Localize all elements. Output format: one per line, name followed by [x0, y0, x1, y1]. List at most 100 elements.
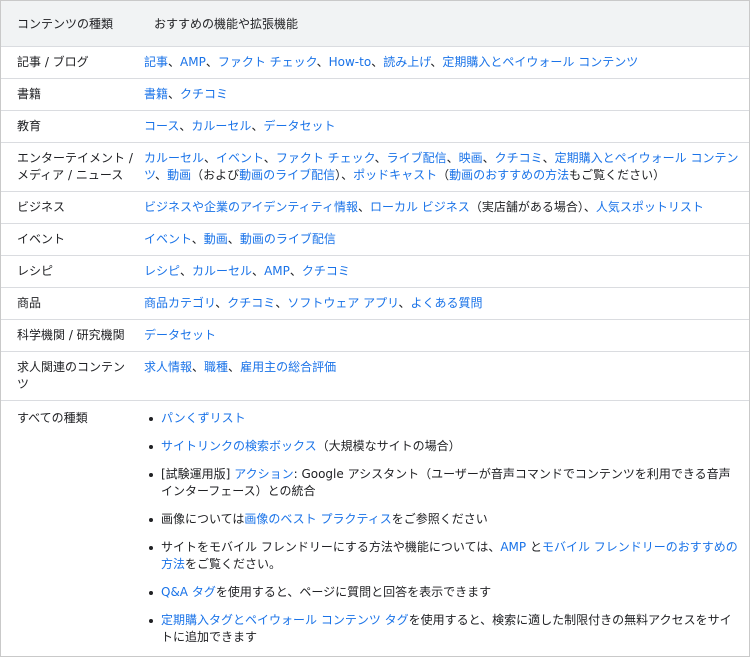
plain-text: 、	[192, 360, 205, 374]
plain-text: 、	[205, 55, 218, 69]
list-item: Q&A タグを使用すると、ページに質問と回答を表示できます	[149, 584, 739, 601]
feature-link[interactable]: クチコミ	[227, 296, 275, 310]
feature-link[interactable]: 記事	[144, 55, 168, 69]
feature-link[interactable]: 定期購入タグとペイウォール コンテンツ タグ	[161, 613, 409, 627]
feature-link[interactable]: AMP	[500, 540, 526, 554]
plain-text: 、	[446, 151, 459, 165]
plain-text: 、	[263, 151, 276, 165]
feature-link[interactable]: 動画のおすすめの方法	[449, 168, 569, 182]
feature-link[interactable]: アクション	[234, 467, 293, 481]
feature-link[interactable]: よくある質問	[410, 296, 482, 310]
feature-link[interactable]: 人気スポットリスト	[596, 200, 704, 214]
feature-link[interactable]: AMP	[264, 264, 290, 278]
table-row-all-types: すべての種類 パンくずリストサイトリンクの検索ボックス（大規模なサイトの場合） [試…	[1, 401, 749, 654]
feature-link[interactable]: Q&A タグ	[161, 585, 216, 599]
list-item: パンくずリスト	[149, 410, 739, 427]
content-type-cell: ビジネス	[1, 191, 138, 224]
feature-link[interactable]: ローカル ビジネス	[370, 200, 470, 214]
plain-text: （大規模なサイトの場合）	[316, 439, 461, 453]
feature-link[interactable]: イベント	[216, 151, 264, 165]
feature-link[interactable]: レシピ	[144, 264, 180, 278]
feature-link[interactable]: データセット	[263, 119, 335, 133]
plain-text: 、	[482, 151, 495, 165]
feature-link[interactable]: 商品カテゴリ	[144, 296, 215, 310]
plain-text: もご覧ください）	[569, 168, 666, 182]
feature-link[interactable]: ビジネスや企業のアイデンティティ情報	[144, 200, 358, 214]
feature-link[interactable]: 映画	[459, 151, 483, 165]
feature-link[interactable]: クチコミ	[180, 87, 228, 101]
feature-link[interactable]: 動画のライブ配信	[240, 232, 336, 246]
plain-text: ）、	[335, 168, 354, 182]
feature-link[interactable]: カルーセル	[144, 151, 204, 165]
feature-link[interactable]: ソフトウェア アプリ	[287, 296, 398, 310]
plain-text: サイトをモバイル フレンドリーにする方法や機能については、	[161, 540, 501, 554]
feature-link[interactable]: データセット	[144, 328, 216, 342]
plain-text: 、	[542, 151, 555, 165]
feature-link[interactable]: 定期購入とペイウォール コンテンツ	[442, 55, 638, 69]
feature-link[interactable]: カルーセル	[191, 119, 251, 133]
feature-link[interactable]: 雇用主の総合評価	[240, 360, 336, 374]
plain-text: [試験運用版]	[161, 467, 235, 481]
content-features-table: コンテンツの種類 おすすめの機能や拡張機能 記事 / ブログ 記事、AMP、ファク…	[1, 1, 749, 653]
plain-text: 、	[430, 55, 443, 69]
plain-text: をご覧ください。	[185, 557, 282, 571]
feature-link[interactable]: クチコミ	[302, 264, 350, 278]
feature-link[interactable]: サイトリンクの検索ボックス	[161, 439, 317, 453]
features-cell: ビジネスや企業のアイデンティティ情報、ローカル ビジネス（実店舗がある場合）、人…	[138, 191, 749, 224]
list-item: サイトリンクの検索ボックス（大規模なサイトの場合）	[149, 438, 739, 455]
header-content-type: コンテンツの種類	[1, 1, 138, 47]
features-table-frame: コンテンツの種類 おすすめの機能や拡張機能 記事 / ブログ 記事、AMP、ファク…	[0, 0, 750, 657]
features-cell: パンくずリスト サイトリンクの検索ボックス（大規模なサイトの場合） [試験運用版] …	[138, 401, 749, 654]
feature-link[interactable]: ポッドキャスト	[353, 168, 437, 182]
feature-link[interactable]: クチコミ	[495, 151, 543, 165]
plain-text: 、	[398, 296, 411, 310]
table-row: 記事 / ブログ 記事、AMP、ファクト チェック、How-to、読み上げ、定期購…	[1, 46, 749, 79]
plain-text: をご参照ください	[391, 512, 488, 526]
content-type-cell: レシピ	[1, 255, 138, 288]
header-recommended-features: おすすめの機能や拡張機能	[138, 1, 749, 47]
feature-link[interactable]: ファクト チェック	[276, 151, 375, 165]
content-type-cell: すべての種類	[17, 411, 88, 425]
feature-link[interactable]: 読み上げ	[383, 55, 430, 69]
content-type-cell: イベント	[1, 223, 138, 256]
plain-text: 、	[316, 55, 329, 69]
content-type-cell: 書籍	[1, 78, 138, 111]
feature-link[interactable]: コース	[144, 119, 179, 133]
content-type-cell: エンターテイメント / メディア / ニュース	[1, 142, 138, 192]
feature-link[interactable]: How-to	[329, 55, 372, 69]
feature-link[interactable]: パンくずリスト	[161, 411, 246, 425]
feature-link[interactable]: イベント	[144, 232, 192, 246]
table-row: レシピ レシピ、カルーセル、AMP、クチコミ	[1, 255, 749, 288]
plain-text: 、	[251, 119, 264, 133]
feature-link[interactable]: カルーセル	[192, 264, 252, 278]
feature-bullet-list: パンくずリスト サイトリンクの検索ボックス（大規模なサイトの場合） [試験運用版] …	[144, 410, 739, 646]
features-cell: 書籍、クチコミ	[138, 78, 749, 111]
table-header-row: コンテンツの種類 おすすめの機能や拡張機能	[1, 1, 749, 47]
plain-text: 、	[227, 232, 240, 246]
table-row: エンターテイメント / メディア / ニュース カルーセル、イベント、ファクト チ…	[1, 142, 749, 192]
features-cell: カルーセル、イベント、ファクト チェック、ライブ配信、映画、クチコミ、定期購入と…	[138, 142, 749, 192]
table-row: 科学機関 / 研究機関 データセット	[1, 319, 749, 352]
plain-text: 、	[252, 264, 265, 278]
plain-text: 、	[191, 232, 204, 246]
feature-link[interactable]: ファクト チェック	[218, 55, 317, 69]
features-cell: 求人情報、職種、雇用主の総合評価	[138, 351, 749, 401]
feature-link[interactable]: 書籍	[144, 87, 168, 101]
feature-link[interactable]: 動画	[204, 232, 228, 246]
feature-link[interactable]: 動画	[167, 168, 191, 182]
features-cell: データセット	[138, 319, 749, 352]
table-row: イベント イベント、動画、動画のライブ配信	[1, 223, 749, 256]
plain-text: 、	[215, 296, 228, 310]
feature-link[interactable]: ライブ配信	[387, 151, 447, 165]
plain-text: 、	[155, 168, 168, 182]
feature-link[interactable]: 職種	[204, 360, 228, 374]
table-row: 求人関連のコンテンツ 求人情報、職種、雇用主の総合評価	[1, 351, 749, 401]
feature-link[interactable]: 画像のベスト プラクティス	[244, 512, 391, 526]
features-cell: 商品カテゴリ、クチコミ、ソフトウェア アプリ、よくある質問	[138, 287, 749, 320]
feature-link[interactable]: AMP	[180, 55, 206, 69]
table-row: ビジネス ビジネスや企業のアイデンティティ情報、ローカル ビジネス（実店舗がある場…	[1, 191, 749, 224]
feature-link[interactable]: 動画のライブ配信	[239, 168, 335, 182]
plain-text: 、	[168, 87, 181, 101]
plain-text: 、	[228, 360, 241, 374]
feature-link[interactable]: 求人情報	[144, 360, 192, 374]
